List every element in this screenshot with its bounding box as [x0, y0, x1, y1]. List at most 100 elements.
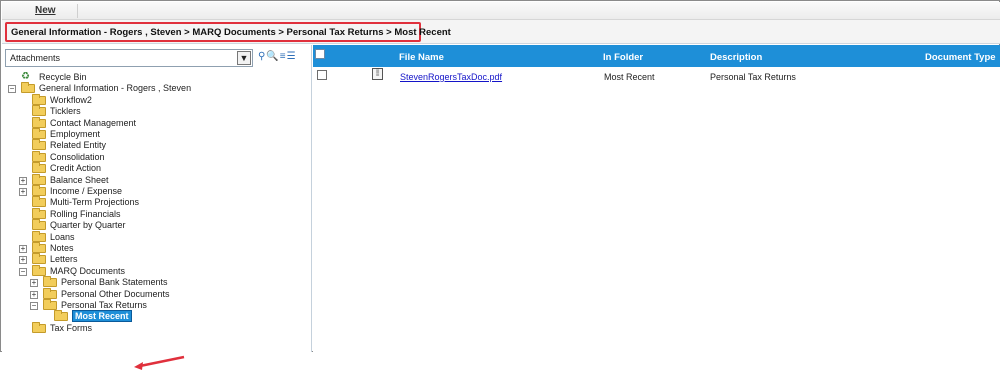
folder-icon — [32, 321, 46, 333]
folder-icon — [32, 185, 46, 196]
tree-item[interactable]: Tax Forms — [2, 321, 302, 334]
row-checkbox[interactable] — [317, 70, 327, 80]
tree-item[interactable]: Quarter by Quarter — [2, 219, 302, 231]
new-button[interactable]: New — [35, 5, 56, 16]
tree-item-label: Quarter by Quarter — [50, 220, 126, 231]
folder-open-icon — [21, 82, 35, 94]
folder-icon — [43, 287, 57, 299]
tree-item-label: Workflow2 — [50, 94, 92, 105]
column-description[interactable]: Description — [710, 52, 762, 63]
file-name-link[interactable]: StevenRogersTaxDoc.pdf — [400, 72, 502, 82]
tree-item-label: Personal Bank Statements — [61, 277, 168, 288]
folder-icon — [32, 207, 46, 219]
folder-icon — [32, 128, 46, 139]
tree-item-label: Multi-Term Projections — [50, 197, 140, 208]
tree-item[interactable]: Loans — [2, 230, 302, 243]
tree-item-label: Ticklers — [50, 106, 81, 117]
recycle-bin-icon: ♻ — [21, 71, 30, 82]
tree-item[interactable]: Multi-Term Projections — [2, 196, 302, 208]
zoom-icon[interactable]: 🔍 — [266, 51, 279, 62]
tree-item[interactable]: Related Entity — [2, 139, 302, 151]
tree-item-label: General Information - Rogers , Steven — [39, 83, 192, 94]
tree-item-label: Notes — [50, 243, 74, 253]
tree-item-label: Personal Tax Returns — [61, 300, 147, 310]
dropdown-value: Attachments — [10, 53, 61, 63]
folder-panel: Attachments ▼ ⚲🔍≡☰ ♻ Recycle Bin − General … — [2, 45, 312, 370]
tree-item[interactable]: − General Information - Rogers , Steven — [2, 82, 302, 94]
expand-icon[interactable]: + — [19, 188, 27, 196]
tree-item-label: Letters — [50, 254, 78, 265]
tree-item-label: Consolidation — [50, 151, 105, 162]
tree-item[interactable]: Rolling Financials — [2, 207, 302, 220]
column-in-folder[interactable]: In Folder — [603, 52, 643, 63]
column-file-name[interactable]: File Name — [399, 52, 444, 63]
description-cell: Personal Tax Returns — [710, 72, 796, 82]
folder-icon — [32, 242, 46, 253]
grid-header: File Name In Folder Description Document… — [313, 45, 1000, 67]
folder-icon — [32, 139, 46, 151]
toolbar: New — [2, 2, 1000, 20]
select-all-checkbox[interactable] — [315, 49, 325, 59]
document-icon: ≡ ≡ — [372, 68, 383, 80]
tree-item[interactable]: + Income / Expense — [2, 185, 302, 197]
folder-icon — [32, 105, 46, 117]
expand-icon[interactable]: + — [19, 176, 27, 185]
tree-item[interactable]: + Letters — [2, 253, 302, 265]
tree-item[interactable]: + Personal Bank Statements — [2, 276, 302, 288]
folder-open-icon — [32, 264, 46, 276]
folder-open-icon — [54, 310, 68, 322]
breadcrumb: General Information - Rogers , Steven > … — [5, 22, 451, 42]
folder-icon — [32, 162, 46, 174]
tree-item-label: Recycle Bin — [39, 72, 87, 82]
tree-item-label: Income / Expense — [50, 186, 123, 196]
tree-item[interactable]: Most Recent — [2, 310, 302, 323]
breadcrumb-bar: General Information - Rogers , Steven > … — [2, 20, 1000, 44]
tree-item[interactable]: Employment — [2, 128, 302, 140]
app-window: New General Information - Rogers , Steve… — [0, 0, 1000, 370]
tree-item[interactable]: ♻ Recycle Bin — [2, 72, 302, 83]
in-folder-cell: Most Recent — [604, 72, 655, 82]
tree-item-label: Related Entity — [50, 140, 107, 151]
tree-item[interactable]: + Balance Sheet — [2, 173, 302, 186]
tree-item-label: MARQ Documents — [50, 265, 126, 276]
table-row[interactable]: ≡ ≡ StevenRogersTaxDoc.pdf Most Recent Pe… — [313, 67, 1000, 85]
tree-item[interactable]: Workflow2 — [2, 93, 302, 106]
tree-item[interactable]: Consolidation — [2, 150, 302, 163]
tree-tools: ⚲🔍≡☰ — [258, 51, 312, 65]
attachments-dropdown[interactable]: Attachments ▼ — [5, 49, 253, 67]
column-document-type[interactable]: Document Type — [925, 52, 996, 63]
collapse-icon[interactable]: − — [30, 302, 38, 310]
chevron-down-icon[interactable]: ▼ — [237, 51, 251, 65]
expand-icon[interactable]: + — [19, 256, 27, 265]
folder-icon — [32, 150, 46, 162]
red-arrow-annotation — [134, 355, 185, 370]
tree-item-label: Most Recent — [72, 310, 132, 323]
folder-icon — [32, 230, 46, 242]
folder-icon — [32, 196, 46, 208]
folder-open-icon — [43, 299, 57, 310]
expand-tree-icon[interactable]: ≡ — [280, 51, 287, 62]
expand-icon[interactable]: + — [19, 245, 27, 253]
tree-item-label: Employment — [50, 129, 101, 139]
folder-icon — [43, 276, 57, 288]
folder-icon — [32, 253, 46, 265]
collapse-icon[interactable]: − — [19, 267, 27, 276]
expand-icon[interactable]: + — [30, 290, 38, 299]
list-icon[interactable]: ☰ — [287, 51, 297, 62]
tree-item[interactable]: + Notes — [2, 242, 302, 254]
tree-item[interactable]: Ticklers — [2, 105, 302, 117]
tree-item-label: Personal Other Documents — [61, 288, 170, 299]
folder-icon — [32, 93, 46, 105]
collapse-icon[interactable]: − — [8, 85, 16, 94]
tree-item-label: Credit Action — [50, 163, 102, 174]
folder-icon — [32, 219, 46, 231]
tree-item-label: Loans — [50, 231, 75, 242]
tree-item[interactable]: Credit Action — [2, 162, 302, 174]
tree-item-label: Contact Management — [50, 117, 137, 128]
tree-item[interactable]: − Personal Tax Returns — [2, 299, 302, 311]
tree-item[interactable]: Contact Management — [2, 116, 302, 129]
expand-icon[interactable]: + — [30, 279, 38, 288]
documents-grid: File Name In Folder Description Document… — [313, 45, 1000, 352]
folder-icon — [32, 116, 46, 128]
tree-item-label: Tax Forms — [50, 322, 93, 333]
